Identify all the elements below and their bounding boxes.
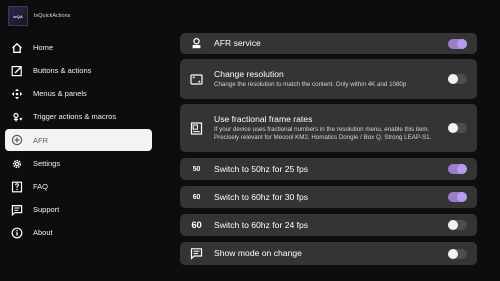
sidebar: tvQA tvQuickActions Home Buttons & actio… [0, 0, 160, 281]
setting-texts: Switch to 50hz for 25 fps [214, 164, 441, 175]
setting-texts: Use fractional frame rates If your devic… [214, 114, 441, 142]
logo-text: tvQA [13, 13, 23, 19]
setting-texts: Change resolution Change the resolution … [214, 69, 441, 89]
setting-texts: Switch to 60hz for 24 fps [214, 220, 441, 231]
setting-title: AFR service [214, 38, 261, 48]
show-mode-toggle[interactable] [448, 248, 467, 259]
60hz-30fps-toggle[interactable] [448, 192, 467, 202]
setting-show-mode-on-change[interactable]: Show mode on change [180, 242, 477, 265]
sidebar-item-support[interactable]: Support [5, 200, 152, 219]
toggle-knob [448, 220, 458, 230]
sidebar-item-about[interactable]: About [5, 223, 152, 242]
sidebar-nav: Home Buttons & actions Menus & panels Tr… [5, 38, 152, 246]
setting-title: Show mode on change [214, 248, 302, 258]
afr-service-toggle[interactable] [448, 38, 467, 49]
toggle-knob [457, 164, 467, 174]
fractional-frame-rates-toggle[interactable] [448, 123, 467, 133]
app-logo: tvQA [8, 6, 28, 26]
setting-60hz-24fps[interactable]: 60 Switch to 60hz for 24 fps [180, 214, 477, 236]
gear-icon [11, 158, 23, 170]
50hz-glyph: 50 [192, 165, 201, 173]
50hz-25fps-toggle[interactable] [448, 164, 467, 174]
message-icon [190, 247, 203, 260]
60-icon: 60 [190, 219, 203, 232]
sidebar-item-home[interactable]: Home [5, 38, 152, 57]
sidebar-item-buttons-actions[interactable]: Buttons & actions [5, 61, 152, 80]
afr-icon [11, 134, 23, 146]
setting-50hz-25fps[interactable]: 50 Switch to 50hz for 25 fps [180, 158, 477, 180]
50hz-icon: 50 [190, 163, 203, 176]
fraction-icon [190, 121, 203, 135]
setting-afr-service[interactable]: AFR service [180, 33, 477, 54]
sidebar-item-label: Support [33, 205, 60, 214]
faq-icon [11, 181, 23, 193]
sidebar-item-settings[interactable]: Settings [5, 154, 152, 173]
sidebar-item-afr[interactable]: AFR [5, 129, 152, 151]
sidebar-item-label: Menus & panels [33, 89, 87, 98]
resolution-icon [190, 73, 203, 86]
setting-description: Change the resolution to match the conte… [214, 80, 407, 88]
info-icon [11, 227, 23, 239]
home-icon [11, 42, 23, 54]
service-icon [190, 37, 203, 50]
60-glyph: 60 [191, 219, 202, 231]
setting-title: Use fractional frame rates [214, 114, 313, 125]
toggle-knob [457, 38, 467, 49]
setting-texts: Switch to 60hz for 30 fps [214, 192, 441, 203]
sidebar-item-faq[interactable]: FAQ [5, 177, 152, 196]
setting-title: Change resolution [214, 69, 284, 80]
toggle-knob [448, 74, 458, 84]
sidebar-item-label: Settings [33, 159, 61, 168]
change-resolution-toggle[interactable] [448, 74, 467, 84]
setting-texts: AFR service [214, 38, 441, 49]
sidebar-item-label: Home [33, 43, 54, 52]
sidebar-item-label: FAQ [33, 182, 49, 191]
sidebar-item-trigger-actions[interactable]: Trigger actions & macros [5, 107, 152, 126]
trigger-icon [11, 111, 23, 123]
setting-title: Switch to 60hz for 30 fps [214, 191, 309, 202]
setting-fractional-frame-rates[interactable]: Use fractional frame rates If your devic… [180, 104, 477, 152]
sidebar-item-label: AFR [33, 135, 48, 145]
toggle-knob [448, 248, 458, 259]
setting-title: Switch to 60hz for 24 fps [214, 219, 309, 230]
chat-icon [11, 204, 23, 216]
setting-description: If your device uses fractional numbers i… [214, 125, 432, 141]
sidebar-item-label: Trigger actions & macros [33, 112, 117, 121]
toggle-knob [457, 192, 467, 202]
60hz-24fps-toggle[interactable] [448, 220, 467, 230]
setting-60hz-30fps[interactable]: 60 Switch to 60hz for 30 fps [180, 186, 477, 208]
sidebar-item-label: About [33, 228, 53, 237]
setting-change-resolution[interactable]: Change resolution Change the resolution … [180, 59, 477, 99]
sidebar-item-menus-panels[interactable]: Menus & panels [5, 84, 152, 103]
60hz-glyph: 60 [192, 193, 201, 201]
60hz-icon: 60 [190, 191, 203, 204]
sidebar-item-label: Buttons & actions [33, 66, 92, 75]
setting-title: Switch to 50hz for 25 fps [214, 163, 309, 174]
app-header: tvQA tvQuickActions [8, 5, 70, 27]
edit-box-icon [11, 65, 23, 77]
setting-texts: Show mode on change [214, 248, 441, 259]
app-name: tvQuickActions [34, 13, 71, 19]
dpad-icon [11, 88, 23, 100]
toggle-knob [448, 123, 458, 133]
